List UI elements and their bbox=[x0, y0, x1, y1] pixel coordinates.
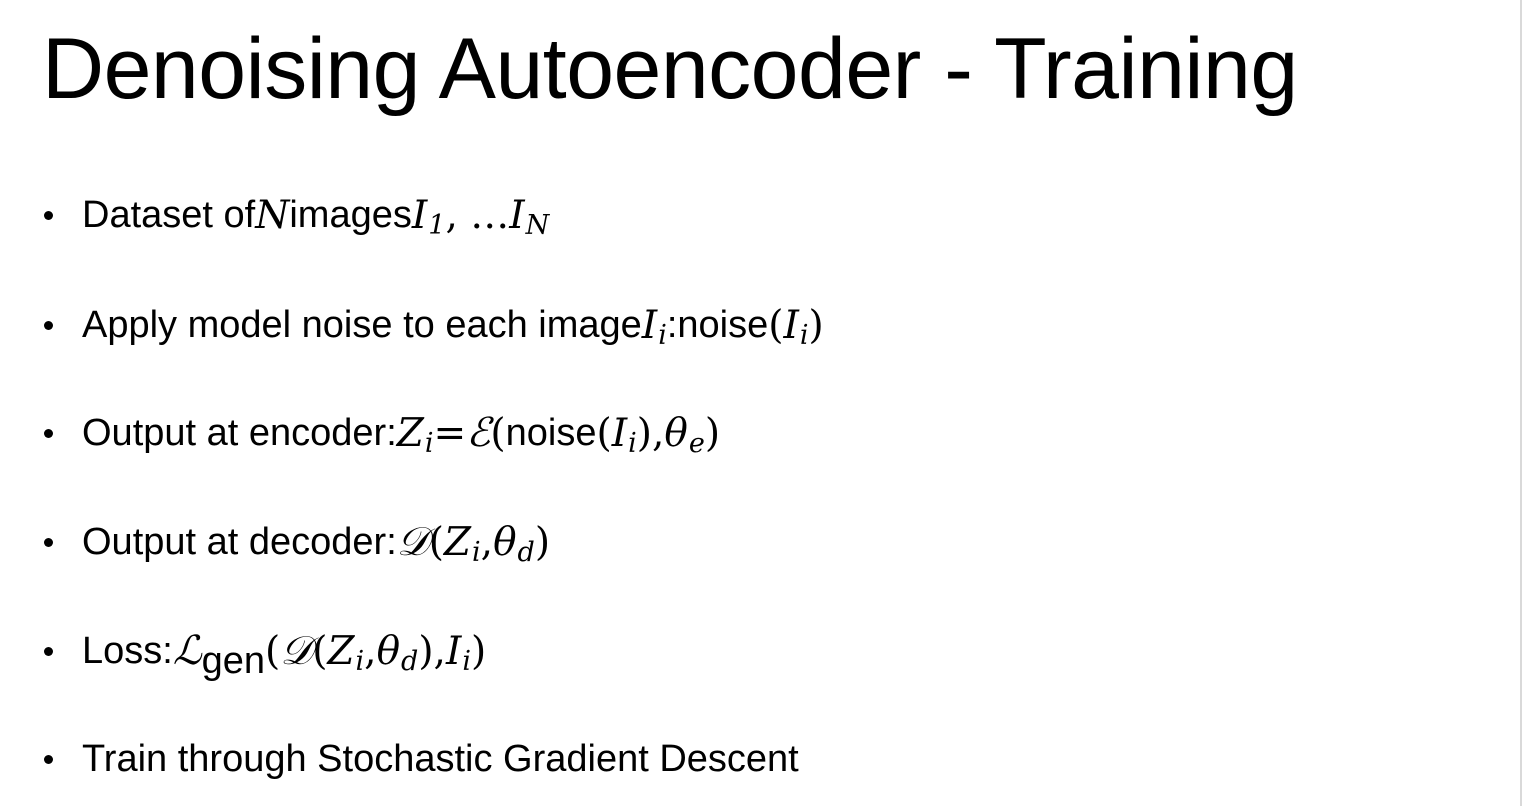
math-subscript-i: i bbox=[628, 427, 637, 459]
math-subscript-i: i bbox=[355, 645, 365, 677]
math-close-paren: ) bbox=[704, 410, 721, 456]
math-open-paren: ( bbox=[490, 410, 506, 456]
math-subscript-i: i bbox=[799, 319, 809, 351]
bullet-dot bbox=[44, 210, 53, 220]
bullet-colon: : bbox=[666, 304, 678, 346]
noise-function-label: noise bbox=[505, 412, 597, 454]
math-comma: , bbox=[364, 628, 377, 674]
bullet-text-middle: images bbox=[289, 194, 412, 236]
loss-symbol: ℒ bbox=[172, 628, 202, 674]
math-z: Z bbox=[327, 628, 355, 674]
bullet-encoder-output: Output at encoder: Zi = ℰ(noise(Ii), θ e) bbox=[44, 406, 720, 460]
bullet-apply-noise: Apply model noise to each image Ii: nois… bbox=[44, 298, 824, 352]
math-theta: θ bbox=[493, 519, 517, 565]
math-close-comma: ), bbox=[636, 410, 665, 456]
math-i-n: I bbox=[509, 192, 525, 238]
math-subscript-d: d bbox=[401, 645, 419, 677]
bullet-text-prefix: Output at encoder: bbox=[82, 412, 397, 454]
math-equals: = bbox=[433, 410, 467, 456]
bullet-training-method: Train through Stochastic Gradient Descen… bbox=[44, 732, 799, 786]
math-n: N bbox=[255, 192, 290, 238]
math-open-paren: ( bbox=[596, 410, 612, 456]
bullet-text: Train through Stochastic Gradient Descen… bbox=[82, 738, 799, 780]
bullet-dataset: Dataset of N images I1, … I N bbox=[44, 188, 549, 242]
math-subscript-i: i bbox=[658, 319, 667, 351]
math-subscript-i: i bbox=[424, 427, 434, 459]
math-subscript-d: d bbox=[517, 536, 535, 568]
bullet-text-prefix: Loss: bbox=[82, 630, 173, 672]
math-i-one: I bbox=[411, 192, 428, 238]
math-z: Z bbox=[396, 410, 424, 456]
slide: Denoising Autoencoder - Training Dataset… bbox=[0, 0, 1522, 806]
noise-function-label: noise bbox=[677, 304, 769, 346]
slide-title: Denoising Autoencoder - Training bbox=[42, 21, 1298, 117]
math-close-paren: ) bbox=[534, 519, 551, 565]
math-subscript-i: i bbox=[462, 645, 472, 677]
bullet-dot bbox=[44, 320, 53, 330]
bullet-loss: Loss: ℒgen(𝒟(Zi, θ d), Ii) bbox=[44, 624, 487, 682]
bullet-dot bbox=[44, 537, 53, 547]
math-open-paren: ( bbox=[265, 628, 281, 674]
math-comma: , bbox=[480, 519, 494, 565]
math-open-paren: ( bbox=[768, 302, 784, 348]
math-theta: θ bbox=[664, 410, 688, 456]
math-ellipsis: , … bbox=[445, 192, 510, 238]
bullet-decoder-output: Output at decoder: 𝒟(Zi, θ d) bbox=[44, 515, 550, 569]
math-close-paren: ) bbox=[471, 628, 487, 674]
math-theta: θ bbox=[376, 628, 401, 674]
math-open-paren: ( bbox=[428, 519, 444, 565]
bullet-dot bbox=[44, 754, 53, 764]
math-open-paren: ( bbox=[312, 628, 328, 674]
math-z: Z bbox=[443, 519, 472, 565]
bullet-text-prefix: Dataset of bbox=[82, 194, 256, 236]
bullet-text-prefix: Apply model noise to each image bbox=[82, 304, 642, 346]
math-subscript-one: 1 bbox=[428, 209, 446, 241]
math-i: I bbox=[641, 302, 658, 348]
decoder-symbol: 𝒟 bbox=[396, 519, 429, 565]
math-subscript-i: i bbox=[472, 536, 481, 568]
bullet-dot bbox=[44, 428, 53, 438]
math-close-paren: ) bbox=[808, 302, 824, 348]
loss-subscript-gen: gen bbox=[201, 640, 266, 682]
bullet-dot bbox=[44, 646, 53, 656]
math-subscript-e: e bbox=[688, 427, 705, 459]
encoder-symbol: ℰ bbox=[466, 410, 491, 456]
math-i-argument: I bbox=[783, 302, 799, 348]
math-subscript-n: N bbox=[525, 209, 550, 241]
decoder-symbol: 𝒟 bbox=[280, 628, 313, 674]
math-i: I bbox=[445, 628, 462, 674]
math-i-argument: I bbox=[611, 410, 628, 456]
bullet-text-prefix: Output at decoder: bbox=[82, 521, 397, 563]
math-close-comma: ), bbox=[418, 628, 446, 674]
